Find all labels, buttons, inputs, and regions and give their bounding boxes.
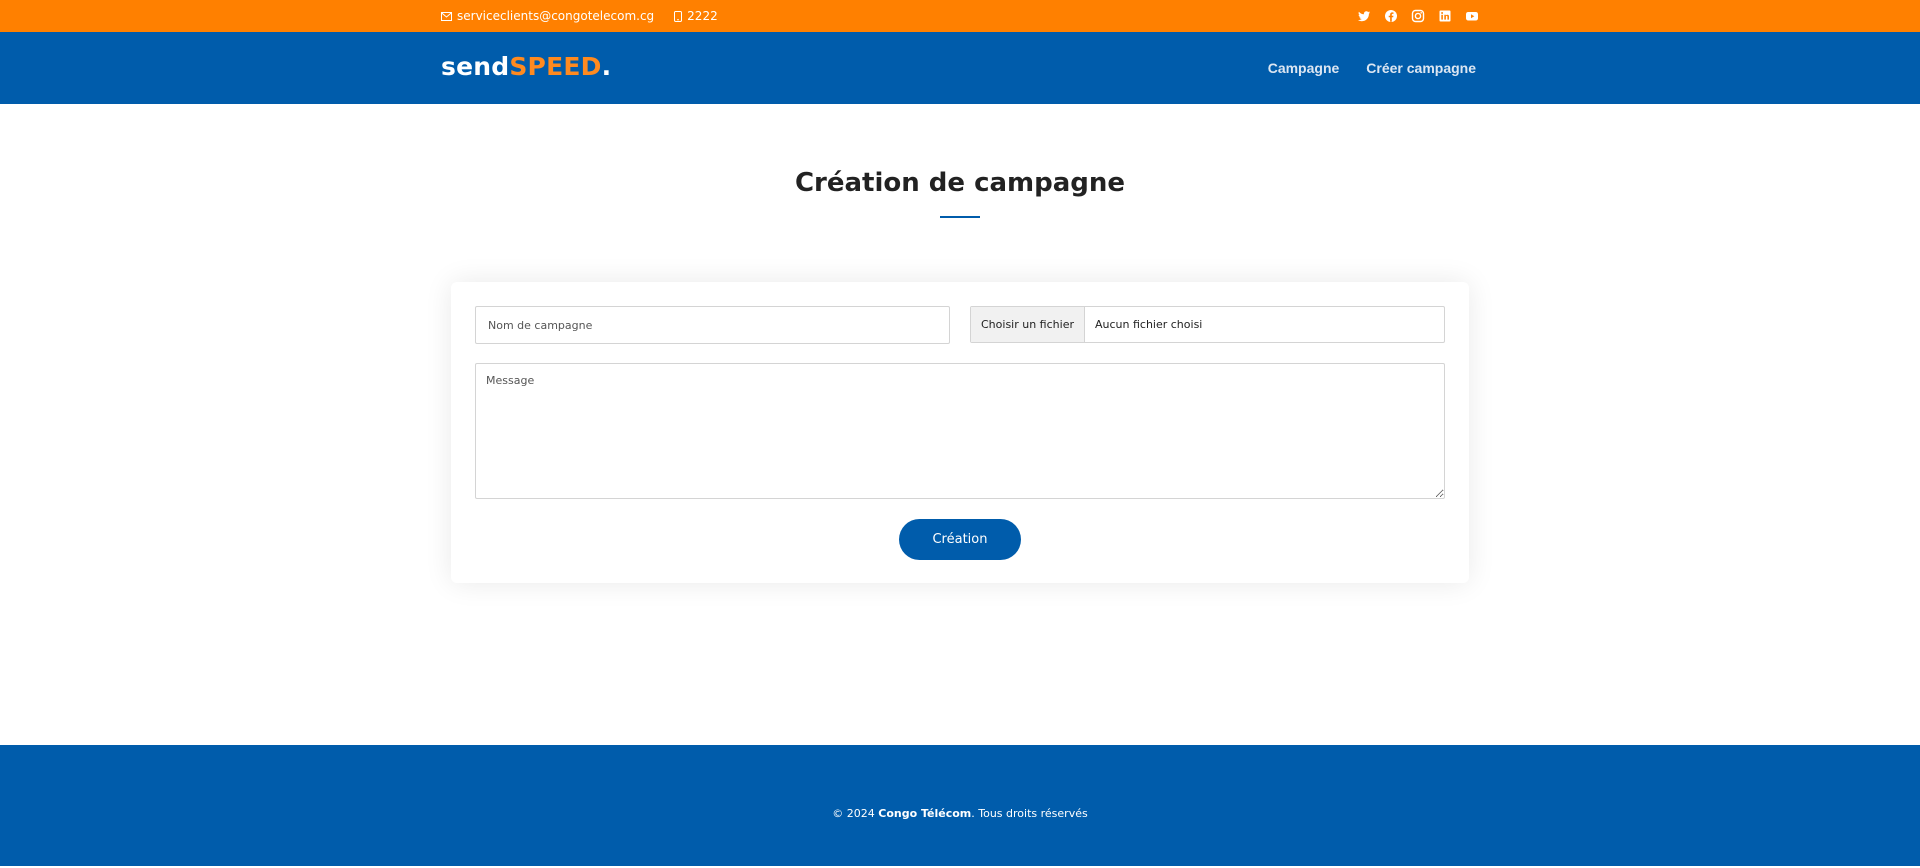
choose-file-button[interactable]: Choisir un fichier <box>971 307 1085 342</box>
create-campaign-button[interactable]: Création <box>899 519 1021 560</box>
phone-contact[interactable]: 2222 <box>674 9 718 23</box>
site-logo[interactable]: sendSPEED. <box>441 49 611 85</box>
title-underline <box>940 216 980 218</box>
footer-copyright: © 2024 Congo Télécom. Tous droits réserv… <box>0 807 1920 820</box>
page-title: Création de campagne <box>794 168 1126 198</box>
campaign-name-input[interactable] <box>475 306 950 344</box>
file-status-text: Aucun fichier choisi <box>1094 318 1203 331</box>
email-text: serviceclients@congotelecom.cg <box>457 9 655 23</box>
linkedin-icon[interactable] <box>1437 8 1453 24</box>
main-header: sendSPEED. Campagne Créer campagne <box>0 32 1920 104</box>
youtube-icon[interactable] <box>1464 8 1480 24</box>
file-input[interactable]: Choisir un fichier Aucun fichier choisi <box>970 306 1445 343</box>
nav-link-campagne[interactable]: Campagne <box>1268 60 1340 76</box>
copyright-company[interactable]: Congo Télécom <box>878 807 971 820</box>
envelope-icon <box>441 11 452 21</box>
contact-info: serviceclients@congotelecom.cg 2222 <box>441 0 718 32</box>
nav-link-creer-campagne[interactable]: Créer campagne <box>1366 60 1476 76</box>
campaign-form-card: Choisir un fichier Aucun fichier choisi … <box>451 282 1469 583</box>
social-links <box>1356 0 1480 32</box>
main-nav: Campagne Créer campagne <box>1268 32 1476 104</box>
twitter-icon[interactable] <box>1356 8 1372 24</box>
message-textarea[interactable] <box>475 363 1445 499</box>
top-contact-bar: serviceclients@congotelecom.cg 2222 <box>0 0 1920 32</box>
logo-part-dot: . <box>601 52 612 81</box>
email-contact[interactable]: serviceclients@congotelecom.cg <box>441 9 654 23</box>
site-footer: © 2024 Congo Télécom. Tous droits réserv… <box>0 745 1920 866</box>
logo-part-speed: SPEED <box>509 52 602 81</box>
instagram-icon[interactable] <box>1410 8 1426 24</box>
copyright-prefix: © 2024 <box>832 807 875 820</box>
facebook-icon[interactable] <box>1383 8 1399 24</box>
phone-text: 2222 <box>687 9 718 23</box>
copyright-suffix: . Tous droits réservés <box>971 807 1088 820</box>
phone-icon <box>674 10 683 22</box>
logo-part-send: send <box>441 52 510 81</box>
